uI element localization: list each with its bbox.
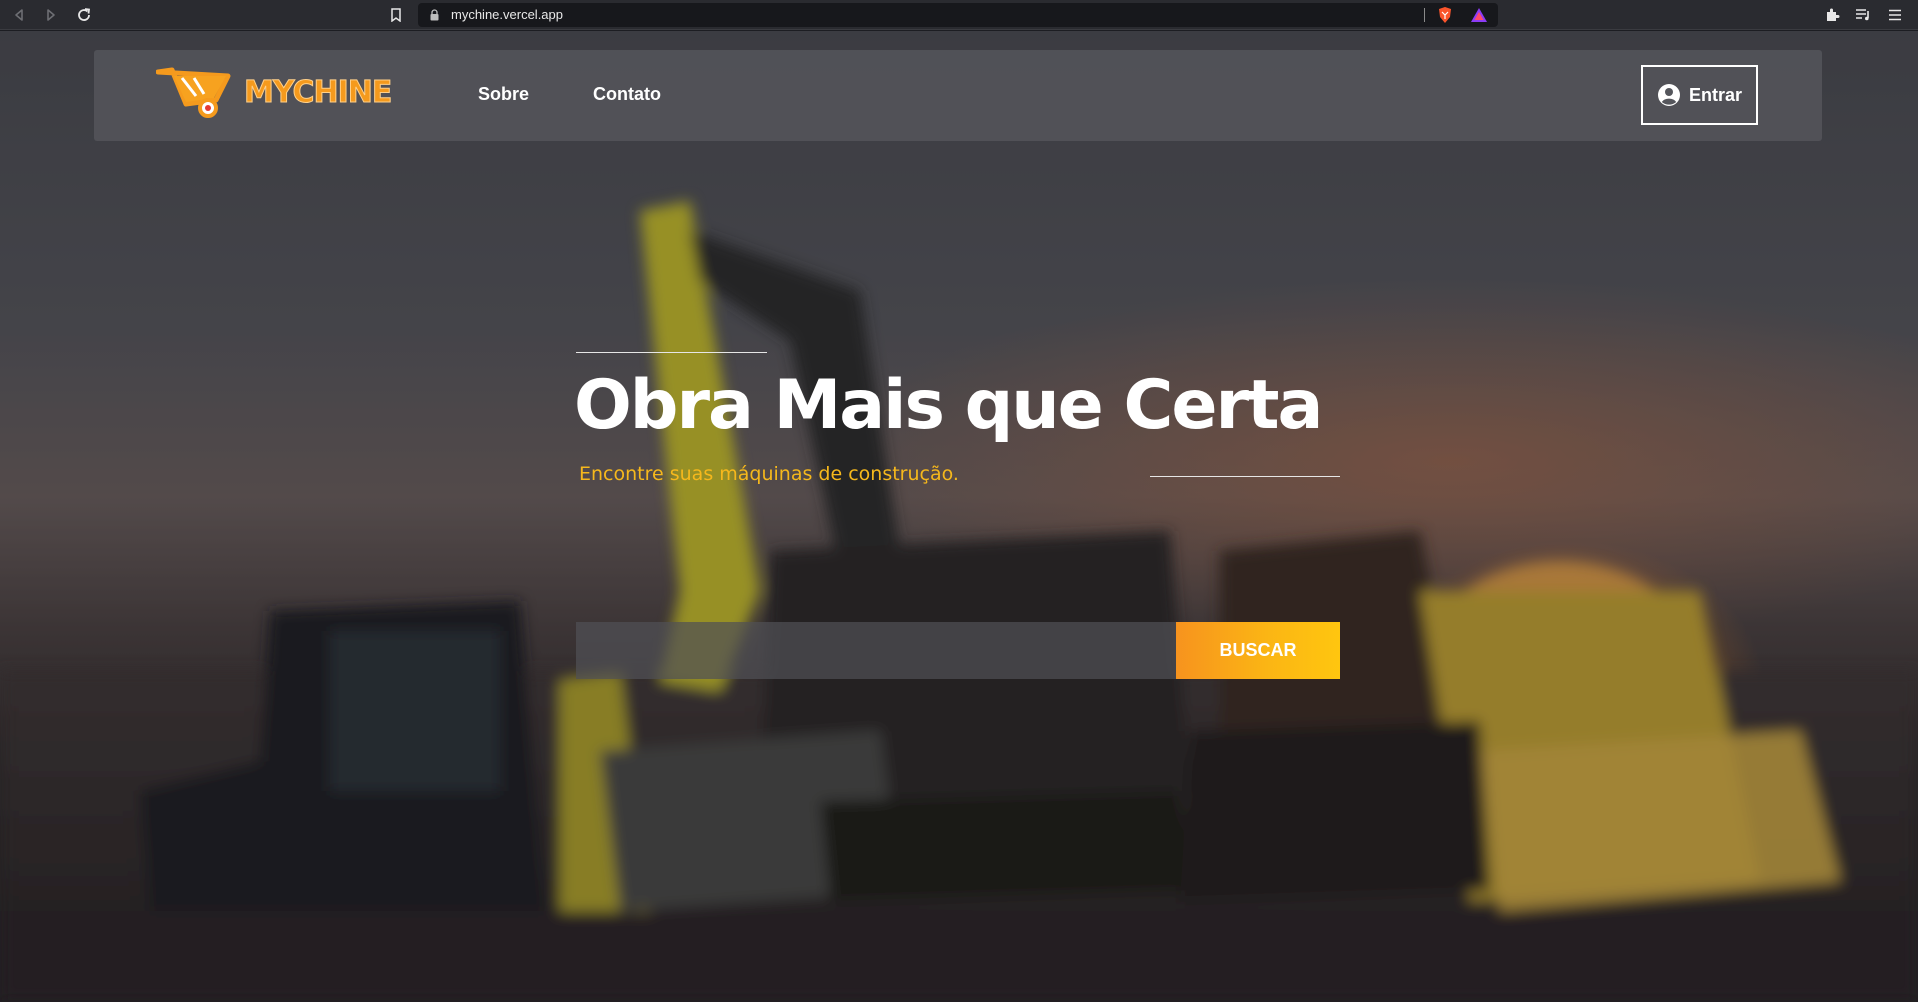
hero-overlay <box>0 31 1918 1002</box>
playlist-icon[interactable] <box>1853 5 1873 25</box>
extensions-icon[interactable] <box>1822 5 1842 25</box>
login-label: Entrar <box>1688 84 1742 105</box>
title-rule-top <box>576 352 767 353</box>
reload-icon[interactable] <box>73 4 95 26</box>
hero-section: MYCHINE Sobre Contato Entrar Obra Mais q… <box>0 31 1918 1002</box>
user-circle-icon <box>1657 84 1680 106</box>
site-logo[interactable]: MYCHINE <box>156 64 393 120</box>
brave-shield-icon[interactable] <box>1436 6 1454 29</box>
brave-rewards-icon[interactable] <box>1470 7 1488 28</box>
cart-logo-icon <box>156 67 231 118</box>
search-form: BUSCAR <box>576 622 1340 679</box>
back-icon[interactable] <box>8 4 30 26</box>
login-button[interactable]: Entrar <box>1641 65 1758 125</box>
nav-link-contato[interactable]: Contato <box>593 84 661 105</box>
menu-icon[interactable] <box>1885 5 1905 25</box>
forward-icon[interactable] <box>40 4 62 26</box>
search-input[interactable] <box>576 622 1176 679</box>
hero-subtitle: Encontre suas máquinas de construção. <box>579 463 959 485</box>
lock-icon <box>430 8 439 26</box>
url-divider <box>1424 8 1425 22</box>
nav-link-sobre[interactable]: Sobre <box>478 84 529 105</box>
hero-title: Obra Mais que Certa <box>574 366 1323 445</box>
site-navbar: MYCHINE Sobre Contato Entrar <box>94 50 1822 141</box>
title-rule-bottom <box>1150 476 1340 477</box>
search-button[interactable]: BUSCAR <box>1176 622 1340 679</box>
url-text: mychine.vercel.app <box>451 7 563 22</box>
bookmark-icon[interactable] <box>386 5 406 25</box>
logo-text: MYCHINE <box>243 74 392 110</box>
address-bar[interactable]: mychine.vercel.app <box>418 3 1498 27</box>
browser-toolbar: mychine.vercel.app <box>0 0 1918 30</box>
